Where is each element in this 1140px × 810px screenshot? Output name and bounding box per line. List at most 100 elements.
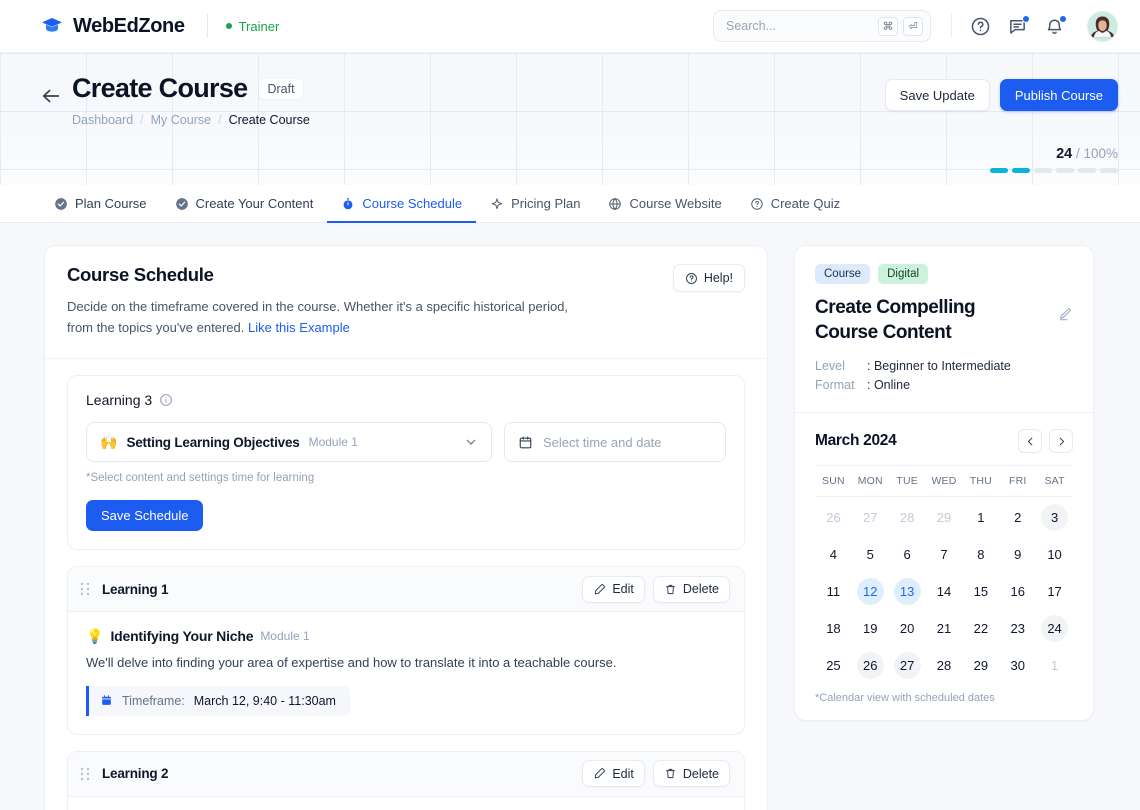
calendar-day-10[interactable]: 10 xyxy=(1036,538,1073,571)
help-badge-icon xyxy=(750,197,764,211)
calendar-day-9[interactable]: 9 xyxy=(999,538,1036,571)
calendar-day-22[interactable]: 22 xyxy=(962,612,999,645)
tag-digital[interactable]: Digital xyxy=(878,264,928,284)
search-input[interactable]: Search... ⌘ ⏎ xyxy=(713,10,931,42)
calendar-day-26[interactable]: 26 xyxy=(852,649,889,682)
weekday-label: WED xyxy=(926,475,963,487)
meta-key: Format xyxy=(815,378,867,392)
course-summary-panel: Course Digital Create Compelling Course … xyxy=(794,245,1094,721)
pencil-icon[interactable] xyxy=(1057,306,1073,322)
calendar-day-30[interactable]: 30 xyxy=(999,649,1036,682)
notification-badge xyxy=(1022,15,1030,23)
edit-button[interactable]: Edit xyxy=(582,760,645,787)
calendar-day-label: 1 xyxy=(1041,652,1068,679)
drag-handle-icon[interactable] xyxy=(80,582,90,596)
check-circle-icon xyxy=(175,197,189,211)
calendar-day-2[interactable]: 2 xyxy=(999,501,1036,534)
calendar-day-17[interactable]: 17 xyxy=(1036,575,1073,608)
calendar-day-13[interactable]: 13 xyxy=(889,575,926,608)
calendar-day-14[interactable]: 14 xyxy=(926,575,963,608)
publish-course-button[interactable]: Publish Course xyxy=(1000,79,1118,111)
tag-course[interactable]: Course xyxy=(815,264,870,284)
calendar-day-20[interactable]: 20 xyxy=(889,612,926,645)
calendar-day-29[interactable]: 29 xyxy=(926,501,963,534)
weekday-label: THU xyxy=(962,475,999,487)
messages-button[interactable] xyxy=(1007,16,1028,37)
help-circle-icon[interactable] xyxy=(970,16,991,37)
drag-handle-icon[interactable] xyxy=(80,767,90,781)
breadcrumb-separator: / xyxy=(140,113,143,127)
calendar-day-label: 6 xyxy=(894,541,921,568)
delete-button[interactable]: Delete xyxy=(653,760,730,787)
calendar-day-29[interactable]: 29 xyxy=(962,649,999,682)
role-label: Trainer xyxy=(239,19,280,34)
notification-badge xyxy=(1059,15,1067,23)
save-schedule-button[interactable]: Save Schedule xyxy=(86,500,203,531)
calendar-day-3[interactable]: 3 xyxy=(1036,501,1073,534)
edit-button[interactable]: Edit xyxy=(582,576,645,603)
progress-total: / 100% xyxy=(1076,146,1118,161)
calendar-day-15[interactable]: 15 xyxy=(962,575,999,608)
calendar-day-label: 9 xyxy=(1004,541,1031,568)
calendar-day-18[interactable]: 18 xyxy=(815,612,852,645)
meta-row-format: Format : Online xyxy=(815,378,1073,392)
calendar-week-row: 45678910 xyxy=(815,538,1073,571)
course-title: Create Compelling Course Content xyxy=(815,296,1030,345)
calendar-day-28[interactable]: 28 xyxy=(926,649,963,682)
calendar-day-27[interactable]: 27 xyxy=(889,649,926,682)
breadcrumb-item-my-course[interactable]: My Course xyxy=(151,113,211,127)
back-arrow-icon[interactable] xyxy=(40,85,62,107)
tab-plan-course[interactable]: Plan Course xyxy=(40,185,161,222)
calendar-icon xyxy=(100,694,113,707)
calendar-day-25[interactable]: 25 xyxy=(815,649,852,682)
calendar-day-1[interactable]: 1 xyxy=(1036,649,1073,682)
calendar-day-21[interactable]: 21 xyxy=(926,612,963,645)
calendar-day-12[interactable]: 12 xyxy=(852,575,889,608)
weekday-label: FRI xyxy=(999,475,1036,487)
calendar-day-8[interactable]: 8 xyxy=(962,538,999,571)
tab-create-your-content[interactable]: Create Your Content xyxy=(161,185,328,222)
trash-icon xyxy=(664,767,677,780)
calendar-day-4[interactable]: 4 xyxy=(815,538,852,571)
calendar-next-button[interactable] xyxy=(1049,429,1073,453)
progress-label: 24 / 100% xyxy=(990,146,1118,162)
calendar-day-16[interactable]: 16 xyxy=(999,575,1036,608)
calendar-day-11[interactable]: 11 xyxy=(815,575,852,608)
calendar-day-28[interactable]: 28 xyxy=(889,501,926,534)
example-link[interactable]: Like this Example xyxy=(248,320,350,335)
help-button[interactable]: Help! xyxy=(673,264,745,292)
editor-hint: *Select content and settings time for le… xyxy=(86,472,726,484)
calendar-day-19[interactable]: 19 xyxy=(852,612,889,645)
divider xyxy=(207,14,208,38)
datetime-input[interactable]: Select time and date xyxy=(504,422,726,462)
tab-pricing-plan[interactable]: Pricing Plan xyxy=(476,185,594,222)
calendar-day-7[interactable]: 7 xyxy=(926,538,963,571)
breadcrumb-item-dashboard[interactable]: Dashboard xyxy=(72,113,133,127)
learning-card-header: Learning 1 Edit xyxy=(68,567,744,612)
tab-label: Course Schedule xyxy=(362,196,462,211)
delete-button[interactable]: Delete xyxy=(653,576,730,603)
calendar-day-label: 18 xyxy=(820,615,847,642)
title-line: Create Course Draft xyxy=(72,73,885,104)
calendar-prev-button[interactable] xyxy=(1018,429,1042,453)
info-icon[interactable] xyxy=(159,393,173,407)
brand-logo[interactable]: WebEdZone xyxy=(40,14,185,38)
calendar-day-1[interactable]: 1 xyxy=(962,501,999,534)
tab-course-website[interactable]: Course Website xyxy=(594,185,735,222)
learning-card: Learning 2 Edit xyxy=(67,751,745,810)
calendar-day-26[interactable]: 26 xyxy=(815,501,852,534)
calendar-day-24[interactable]: 24 xyxy=(1036,612,1073,645)
notifications-button[interactable] xyxy=(1044,16,1065,37)
calendar-day-23[interactable]: 23 xyxy=(999,612,1036,645)
avatar[interactable] xyxy=(1087,11,1118,42)
top-navigation-bar: WebEdZone Trainer Search... ⌘ ⏎ xyxy=(0,0,1140,53)
calendar-day-6[interactable]: 6 xyxy=(889,538,926,571)
calendar-day-5[interactable]: 5 xyxy=(852,538,889,571)
tab-create-quiz[interactable]: Create Quiz xyxy=(736,185,854,222)
content-select[interactable]: 🙌 Setting Learning Objectives Module 1 xyxy=(86,422,492,462)
save-update-button[interactable]: Save Update xyxy=(885,79,990,111)
calendar-day-27[interactable]: 27 xyxy=(852,501,889,534)
tab-course-schedule[interactable]: Course Schedule xyxy=(327,185,476,222)
calendar-day-label: 29 xyxy=(930,504,957,531)
learning-editor-label-row: Learning 3 xyxy=(86,392,726,408)
